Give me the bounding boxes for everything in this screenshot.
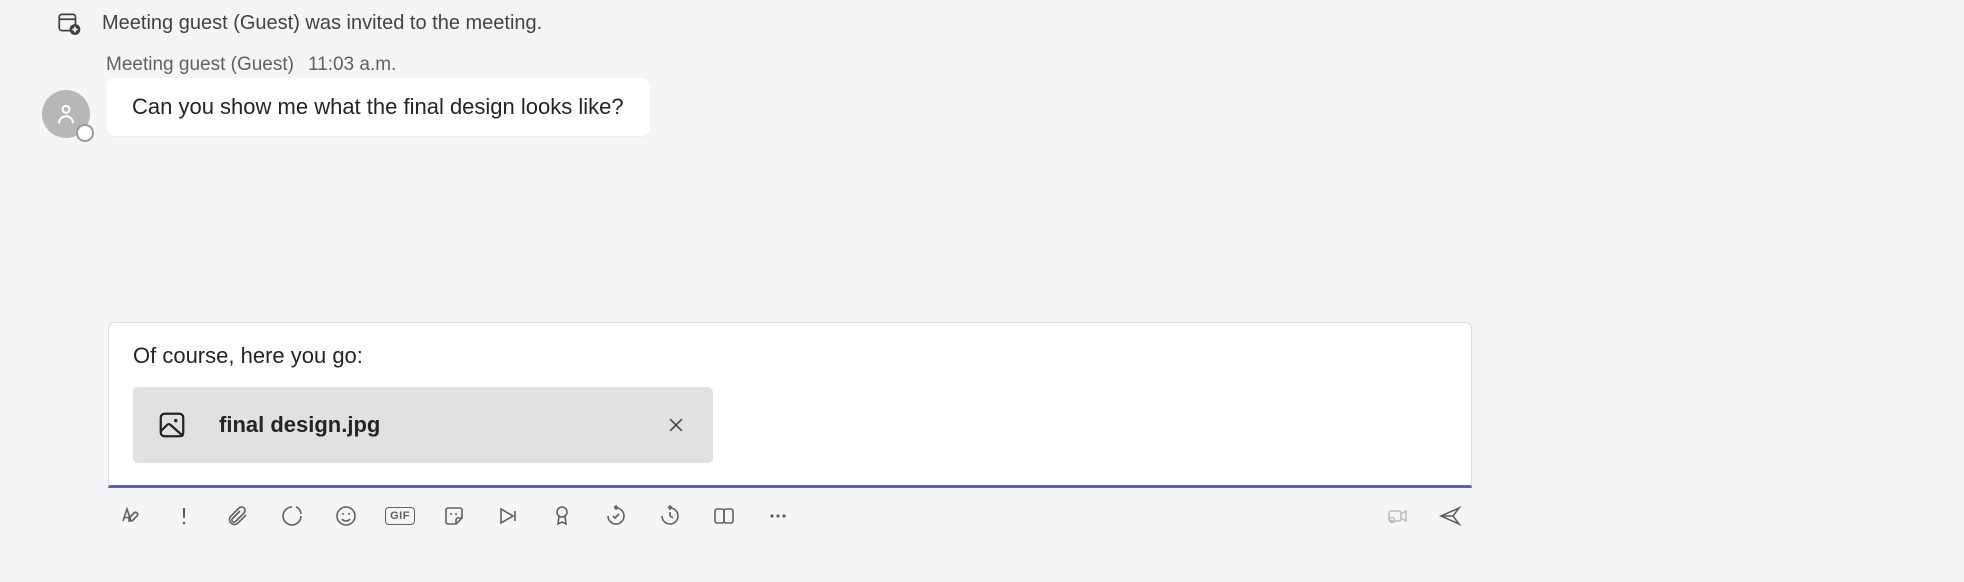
attach-button[interactable]	[224, 502, 252, 530]
praise-button[interactable]	[548, 502, 576, 530]
message-sender: Meeting guest (Guest)	[106, 54, 294, 76]
system-message-text: Meeting guest (Guest) was invited to the…	[102, 12, 542, 35]
avatar[interactable]	[42, 90, 92, 140]
remove-attachment-button[interactable]	[663, 412, 689, 438]
image-icon	[157, 410, 187, 440]
approvals-button[interactable]	[602, 502, 630, 530]
message-time: 11:03 a.m.	[308, 54, 396, 76]
updates-button[interactable]	[656, 502, 684, 530]
composer-text[interactable]: Of course, here you go:	[133, 343, 1447, 369]
loop-button[interactable]	[278, 502, 306, 530]
emoji-button[interactable]	[332, 502, 360, 530]
presence-indicator	[76, 124, 94, 142]
send-button[interactable]	[1436, 502, 1464, 530]
message-row: Meeting guest (Guest) 11:03 a.m. Can you…	[0, 54, 1964, 140]
sticker-button[interactable]	[440, 502, 468, 530]
system-message-row: Meeting guest (Guest) was invited to the…	[0, 10, 1964, 54]
attachment-filename: final design.jpg	[219, 412, 380, 438]
more-actions-button[interactable]	[764, 502, 792, 530]
message-body: Can you show me what the final design lo…	[132, 94, 624, 119]
stream-button[interactable]	[494, 502, 522, 530]
gif-button[interactable]: GIF	[386, 502, 414, 530]
importance-button[interactable]	[170, 502, 198, 530]
attachment-chip[interactable]: final design.jpg	[133, 387, 713, 463]
composer-region: Of course, here you go: final design.jpg	[108, 322, 1472, 530]
message-composer[interactable]: Of course, here you go: final design.jpg	[108, 322, 1472, 488]
message-header: Meeting guest (Guest) 11:03 a.m.	[106, 54, 650, 78]
chat-area: Meeting guest (Guest) was invited to the…	[0, 0, 1964, 140]
message-bubble[interactable]: Can you show me what the final design lo…	[106, 78, 650, 136]
format-button[interactable]	[116, 502, 144, 530]
composer-toolbar: GIF	[108, 488, 1472, 530]
calendar-add-icon	[56, 10, 82, 36]
video-clip-button[interactable]	[1384, 502, 1412, 530]
viva-button[interactable]	[710, 502, 738, 530]
